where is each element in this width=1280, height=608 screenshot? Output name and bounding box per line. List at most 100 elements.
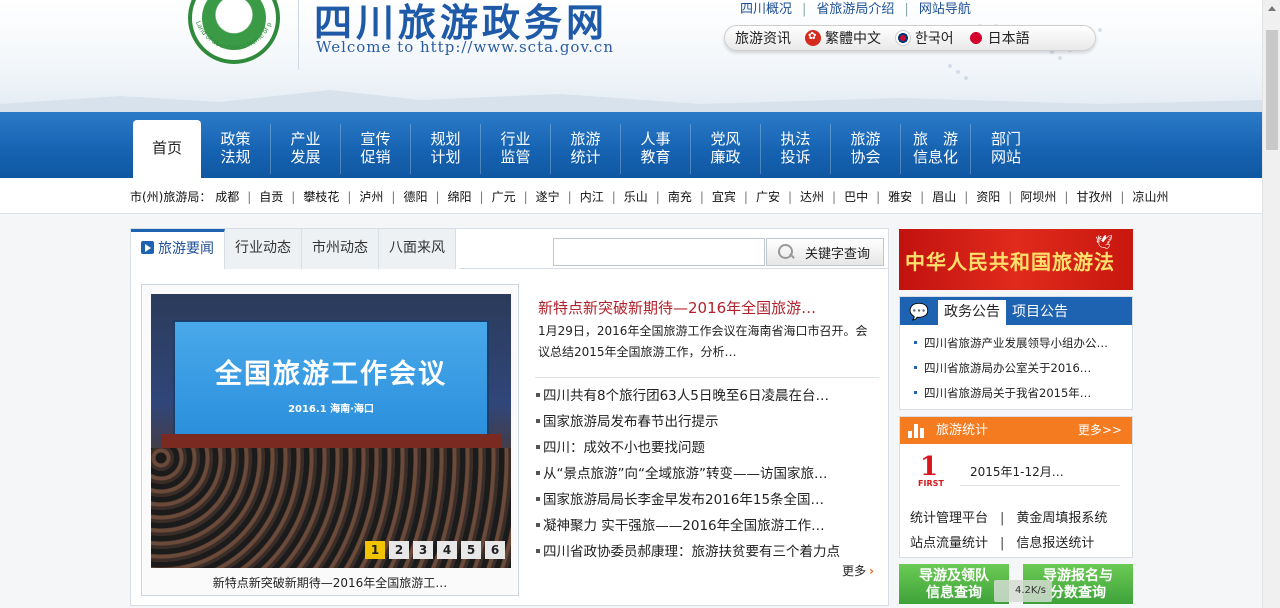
city-link[interactable]: 资阳 (976, 190, 1000, 204)
city-separator: | (1064, 190, 1069, 204)
city-link[interactable]: 内江 (580, 190, 604, 204)
nav-association[interactable]: 旅游 协会 (831, 124, 901, 174)
tab-project-notice[interactable]: 项目公告 (1006, 300, 1074, 325)
logo-text: Land of abundance Home of panda (188, 18, 273, 52)
nav-industry[interactable]: 产业 发展 (271, 124, 341, 174)
city-link[interactable]: 泸州 (359, 190, 383, 204)
city-link[interactable]: 达州 (800, 190, 824, 204)
city-link[interactable]: 雅安 (888, 190, 912, 204)
city-separator: | (391, 190, 396, 204)
info-submission-stats-link[interactable]: 信息报送统计 (1016, 536, 1094, 551)
panda-logo[interactable]: Land of abundance Home of panda (188, 0, 280, 64)
city-link[interactable]: 遂宁 (536, 190, 560, 204)
header-divider (298, 0, 299, 70)
city-link[interactable]: 宜宾 (712, 190, 736, 204)
slide-page-1[interactable]: 1 (365, 541, 385, 559)
list-item[interactable]: 四川省旅游产业发展领导小组办公… (900, 331, 1132, 356)
slideshow-image[interactable]: 全国旅游工作会议 2016.1 海南·海口 1 2 3 4 5 6 (151, 294, 511, 568)
city-link[interactable]: 广安 (756, 190, 780, 204)
tourism-law-banner[interactable]: 中华人民共和国旅游法 🕊 (899, 229, 1133, 290)
search-input[interactable] (553, 238, 765, 266)
list-item[interactable]: 四川省旅游局办公室关于2016… (900, 356, 1132, 381)
city-separator: | (699, 190, 704, 204)
list-item[interactable]: 四川省旅游局关于我省2015年… (900, 381, 1132, 406)
city-link[interactable]: 乐山 (624, 190, 648, 204)
language-bar: 旅游资讯 繁體中文 한국어 日本語 (724, 25, 1096, 51)
nav-home[interactable]: 首页 (133, 120, 201, 178)
list-item[interactable]: 凝神聚力 实干强旅——2016年全国旅游工作… (534, 513, 880, 539)
list-item[interactable]: 四川：成效不小也要找问题 (534, 435, 880, 461)
slide-page-3[interactable]: 3 (413, 541, 433, 559)
tab-government-notice[interactable]: 政务公告 (938, 300, 1006, 325)
city-link[interactable]: 凉山州 (1132, 190, 1168, 204)
tab-tourism-news[interactable]: 旅游要闻 (131, 229, 225, 269)
statistics-more-link[interactable]: 更多>> (1078, 417, 1122, 444)
city-link[interactable]: 攀枝花 (303, 190, 339, 204)
tab-city-news[interactable]: 市州动态 (302, 229, 379, 269)
statistics-panel: 旅游统计 更多>> 1 FIRST 2015年1-12月… 统计管理平台 | 黄金周… (899, 416, 1133, 558)
city-separator: | (1008, 190, 1013, 204)
statistics-title: 旅游统计 (936, 423, 989, 438)
top-link-sitemap[interactable]: 网站导航 (919, 2, 971, 17)
statistics-report-link[interactable]: 2015年1-12月… (970, 463, 1064, 480)
notice-tabs: 💬 政务公告 项目公告 (900, 297, 1132, 325)
slide-page-6[interactable]: 6 (485, 541, 505, 559)
city-link[interactable]: 甘孜州 (1076, 190, 1112, 204)
city-link[interactable]: 成都 (215, 190, 239, 204)
lang-korean[interactable]: 한국어 (895, 28, 954, 48)
slide-page-2[interactable]: 2 (389, 541, 409, 559)
list-item[interactable]: 国家旅游局局长李金早发布2016年15条全国… (534, 487, 880, 513)
stats-management-platform-link[interactable]: 统计管理平台 (910, 511, 988, 526)
lang-traditional-chinese[interactable]: 繁體中文 (805, 28, 881, 48)
city-separator: | (291, 190, 296, 204)
slide-page-4[interactable]: 4 (437, 541, 457, 559)
lang-travel-info[interactable]: 旅游资讯 (735, 28, 791, 48)
mountain-silhouette (0, 90, 1262, 112)
nav-personnel[interactable]: 人事 教育 (621, 124, 691, 174)
top-link-overview[interactable]: 四川概况 (740, 2, 792, 17)
notice-list: 四川省旅游产业发展领导小组办公… 四川省旅游局办公室关于2016… 四川省旅游局… (900, 331, 1132, 406)
nav-policy[interactable]: 政策 法规 (201, 124, 271, 174)
nav-integrity[interactable]: 党风 廉政 (691, 124, 761, 174)
nav-promotion[interactable]: 宣传 促销 (341, 124, 411, 174)
statistics-divider (960, 485, 1120, 486)
news-headline[interactable]: 新特点新突破新期待—2016年全国旅游… (538, 297, 816, 318)
nav-supervision[interactable]: 行业 监管 (481, 124, 551, 174)
lang-japanese[interactable]: 日本語 (967, 28, 1030, 48)
scroll-up-arrow-icon[interactable] (1263, 0, 1280, 17)
nav-statistics[interactable]: 旅游 统计 (551, 124, 621, 174)
tab-industry-news[interactable]: 行业动态 (225, 229, 302, 269)
city-link[interactable]: 德阳 (403, 190, 427, 204)
search-button[interactable]: 关键字查询 (766, 238, 884, 266)
nav-informatization[interactable]: 旅 游信息化 (901, 124, 971, 174)
city-link[interactable]: 巴中 (844, 190, 868, 204)
city-link[interactable]: 南充 (668, 190, 692, 204)
vertical-scrollbar[interactable] (1262, 0, 1280, 608)
city-bar-label: 市(州)旅游局： (130, 190, 212, 204)
hong-kong-flag-icon (805, 30, 821, 46)
city-link[interactable]: 自贡 (259, 190, 283, 204)
list-item[interactable]: 从“景点旅游”向“全域旅游”转变——访国家旅… (534, 461, 880, 487)
nav-department-sites[interactable]: 部门 网站 (971, 124, 1041, 174)
city-link[interactable]: 眉山 (932, 190, 956, 204)
bar-chart-icon (908, 424, 924, 438)
list-item[interactable]: 四川省政协委员郝康理：旅游扶贫要有三个着力点 (534, 539, 880, 565)
site-traffic-stats-link[interactable]: 站点流量统计 (910, 536, 988, 551)
city-link[interactable]: 广元 (492, 190, 516, 204)
golden-week-report-link[interactable]: 黄金周填报系统 (1016, 511, 1107, 526)
list-item[interactable]: 国家旅游局发布春节出行提示 (534, 409, 880, 435)
city-link[interactable]: 绵阳 (448, 190, 472, 204)
slide-caption[interactable]: 新特点新突破新期待—2016年全国旅游工… (142, 574, 518, 591)
city-link[interactable]: 阿坝州 (1020, 190, 1056, 204)
news-more-link[interactable]: 更多 › (842, 562, 874, 579)
news-summary: 1月29日，2016年全国旅游工作会议在海南省海口市召开。会议总结2015年全国… (538, 324, 868, 359)
city-separator: | (479, 190, 484, 204)
list-item[interactable]: 四川共有8个旅行团63人5日晚至6日凌晨在台… (534, 383, 880, 409)
tab-all-sides[interactable]: 八面来风 (379, 229, 456, 269)
slide-page-5[interactable]: 5 (461, 541, 481, 559)
nav-complaints[interactable]: 执法 投诉 (761, 124, 831, 174)
top-link-bureau-intro[interactable]: 省旅游局介绍 (816, 2, 894, 17)
scroll-thumb[interactable] (1266, 30, 1278, 150)
guide-leader-query-button[interactable]: 导游及领队 信息查询 (899, 564, 1009, 604)
nav-planning[interactable]: 规划 计划 (411, 124, 481, 174)
